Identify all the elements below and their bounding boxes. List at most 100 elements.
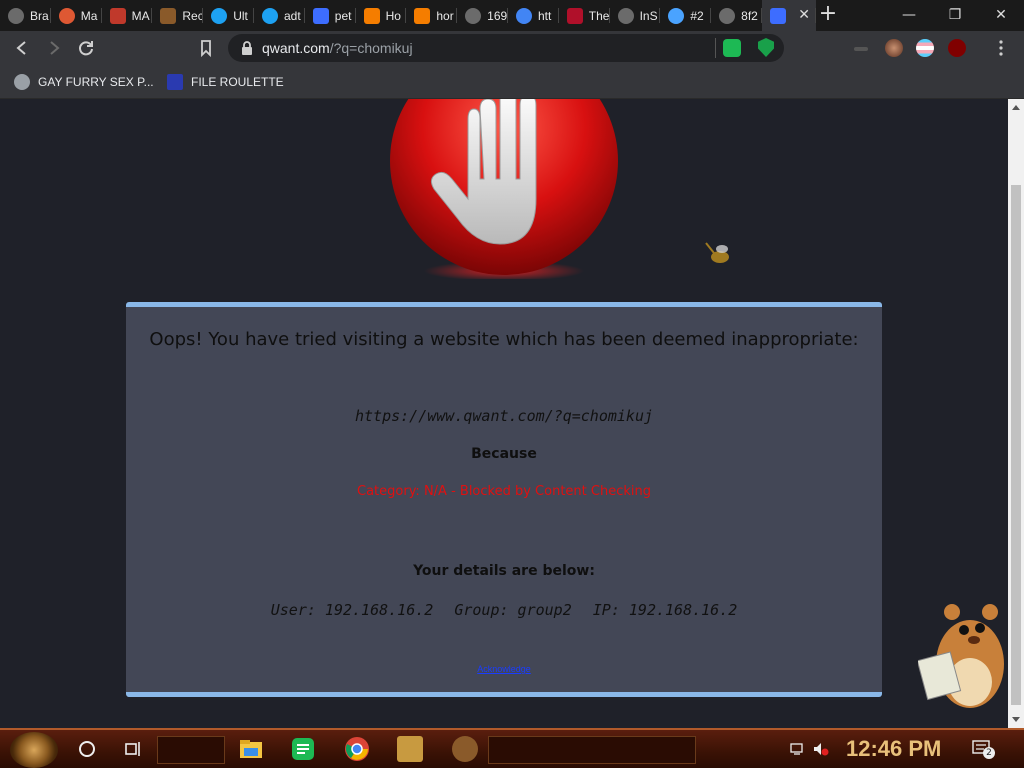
tab-title: hor	[436, 8, 454, 23]
volume-muted-icon[interactable]	[813, 742, 829, 756]
taskbar-slot	[488, 736, 696, 764]
browser-tab[interactable]: 169	[457, 0, 508, 31]
browser-tab[interactable]: ✕	[761, 0, 816, 31]
qwant-icon	[312, 7, 329, 24]
back-arrow-icon	[16, 41, 26, 55]
browser-tab[interactable]: hor	[406, 0, 457, 31]
extension-green-icon[interactable]	[723, 39, 741, 57]
shield-extension-icon[interactable]	[758, 38, 774, 57]
browser-tab[interactable]: Ho	[356, 0, 407, 31]
tab-title: Bra	[30, 8, 49, 23]
bookmark-label: FILE ROULETTE	[191, 75, 284, 89]
browser-tab[interactable]: pet	[305, 0, 356, 31]
menu-button[interactable]	[990, 37, 1012, 59]
duckduckgo-icon	[58, 7, 75, 24]
trans-flag-extension-icon[interactable]	[916, 39, 934, 57]
stop-hand-icon	[390, 99, 618, 279]
browser-toolbar: qwant.com/?q=chomikuj	[0, 31, 1024, 66]
new-tab-button[interactable]: +	[816, 3, 840, 27]
browser-tab[interactable]: The	[559, 0, 610, 31]
acknowledge-link[interactable]: Acknowledge	[126, 664, 882, 674]
minimize-button[interactable]: —	[886, 0, 932, 31]
restore-button[interactable]: ❐	[932, 0, 978, 31]
browser-tab[interactable]: Rec	[152, 0, 203, 31]
user-value: User: 192.168.16.2	[270, 601, 434, 619]
browser-tab[interactable]: Ult	[203, 0, 254, 31]
globe-icon	[617, 7, 634, 24]
scrollbar-thumb[interactable]	[1011, 185, 1021, 705]
manga-icon	[109, 7, 126, 24]
file-explorer-icon[interactable]	[238, 736, 264, 762]
bookmark-file-roulette[interactable]: FILE ROULETTE	[167, 72, 284, 92]
reload-button[interactable]	[75, 37, 97, 59]
browser-tab[interactable]: MA	[102, 0, 153, 31]
bookmark-gay-furry-sex[interactable]: GAY FURRY SEX P...	[14, 72, 154, 92]
tab-title: 169	[487, 8, 508, 23]
bookmarks-bar: GAY FURRY SEX P... FILE ROULETTE	[0, 66, 1024, 99]
blogger-icon	[414, 7, 431, 24]
browser-tab[interactable]: adt	[254, 0, 305, 31]
omnibox-divider	[715, 38, 716, 58]
bookmark-icon	[201, 40, 211, 58]
task-view-icon[interactable]	[120, 736, 146, 762]
scroll-down-arrow-icon[interactable]	[1012, 717, 1020, 722]
extension-dash-icon[interactable]	[854, 47, 868, 51]
notification-center-button[interactable]: 2	[972, 740, 995, 759]
start-button[interactable]	[10, 732, 58, 768]
close-window-button[interactable]: ✕	[978, 0, 1024, 31]
block-category: Category: N/A - Blocked by Content Check…	[357, 484, 651, 499]
globe-icon	[465, 7, 482, 24]
browser-tab[interactable]: Bra	[0, 0, 51, 31]
because-label: Because	[471, 446, 537, 462]
block-heading: Oops! You have tried visiting a website …	[149, 329, 859, 350]
network-icon[interactable]	[790, 742, 806, 756]
bookmark-button[interactable]	[195, 37, 217, 59]
hamster-app-icon[interactable]	[452, 736, 478, 762]
profile-avatar-icon[interactable]	[885, 39, 903, 57]
hamster-mascot-image	[918, 604, 1004, 708]
tab-strip: Bra Ma MA Rec Ult adt pet Ho hor 169 htt The InS #2 8f…	[0, 0, 1024, 31]
tab-title: The	[588, 8, 610, 23]
globe-icon	[14, 74, 30, 90]
notes-app-icon[interactable]	[290, 736, 316, 762]
browser-tab[interactable]: Ma	[51, 0, 102, 31]
tab-title: htt	[537, 8, 552, 23]
details-heading: Your details are below:	[413, 563, 595, 579]
bookmark-label: GAY FURRY SEX P...	[38, 75, 154, 89]
qwant-icon	[769, 7, 786, 24]
tab-title: Ho	[385, 8, 401, 23]
browser-tab[interactable]: #2	[660, 0, 711, 31]
game-app-icon[interactable]	[397, 736, 423, 762]
tab-title: pet	[334, 8, 352, 23]
tab-title: InS	[639, 8, 658, 23]
tab-title: Ult	[233, 8, 248, 23]
globe-icon	[719, 7, 736, 24]
mf-icon	[167, 74, 183, 90]
forward-button[interactable]	[43, 37, 65, 59]
gear-icon	[668, 7, 685, 24]
group-value: Group: group2	[454, 601, 572, 619]
twitter-icon	[211, 7, 228, 24]
tab-title: Ma	[80, 8, 98, 23]
block-message-panel: Oops! You have tried visiting a website …	[126, 302, 882, 697]
browser-tab[interactable]: htt	[508, 0, 559, 31]
browser-tab[interactable]: 8f2	[711, 0, 762, 31]
taskbar-clock[interactable]: 12:46 PM	[846, 736, 941, 762]
browser-tab[interactable]: InS	[610, 0, 661, 31]
chrome-icon[interactable]	[344, 736, 370, 762]
url-text: qwant.com/?q=chomikuj	[262, 40, 413, 56]
close-tab-icon[interactable]: ✕	[798, 7, 810, 23]
p-icon	[160, 7, 177, 24]
ublock-origin-icon[interactable]	[948, 39, 966, 57]
tab-title: #2	[690, 8, 704, 23]
page-scrollbar[interactable]	[1008, 99, 1024, 728]
address-bar[interactable]: qwant.com/?q=chomikuj	[228, 34, 784, 62]
back-button[interactable]	[11, 37, 33, 59]
windows-taskbar: 12:46 PM 2	[0, 728, 1024, 768]
search-circle-icon[interactable]	[74, 736, 100, 762]
scroll-up-arrow-icon[interactable]	[1012, 105, 1020, 110]
menu-icon	[999, 40, 1003, 56]
page-content: Oops! You have tried visiting a website …	[0, 99, 1008, 728]
tab-title: MA	[131, 8, 150, 23]
twitter-icon	[261, 7, 278, 24]
